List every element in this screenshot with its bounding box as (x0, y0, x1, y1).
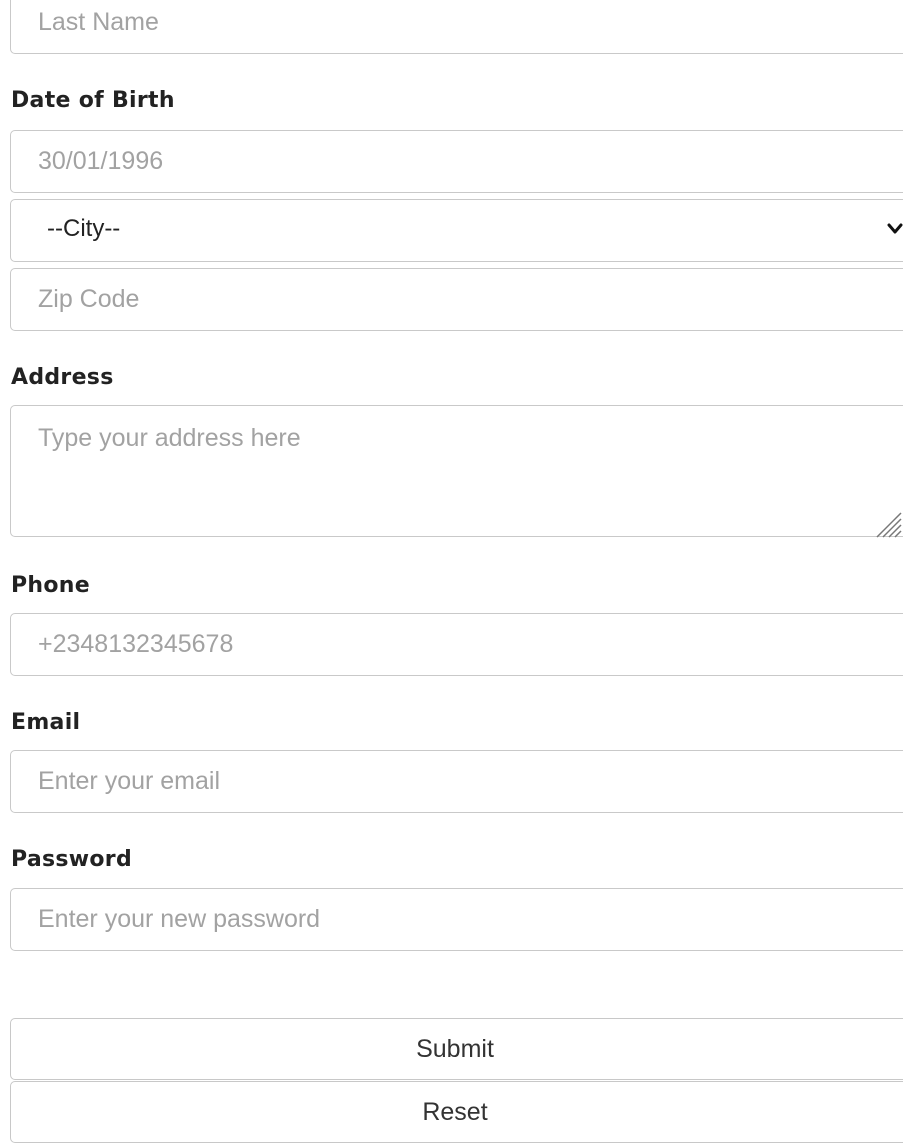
dob-label: Date of Birth (11, 88, 175, 113)
reset-button[interactable]: Reset (10, 1081, 903, 1143)
phone-input[interactable] (10, 613, 903, 676)
chevron-down-icon (887, 223, 903, 234)
password-input[interactable] (10, 888, 903, 951)
email-input[interactable] (10, 750, 903, 813)
address-textarea[interactable] (10, 405, 903, 537)
dob-input[interactable] (10, 130, 903, 193)
zip-code-input[interactable] (10, 268, 903, 331)
resize-grip-icon[interactable] (872, 508, 902, 538)
last-name-input[interactable] (10, 0, 903, 54)
address-label: Address (11, 365, 114, 390)
city-select[interactable]: --City-- (10, 199, 903, 262)
city-select-value: --City-- (47, 215, 121, 242)
phone-label: Phone (11, 573, 90, 598)
email-label: Email (11, 710, 81, 735)
submit-button[interactable]: Submit (10, 1018, 903, 1080)
password-label: Password (11, 847, 133, 872)
